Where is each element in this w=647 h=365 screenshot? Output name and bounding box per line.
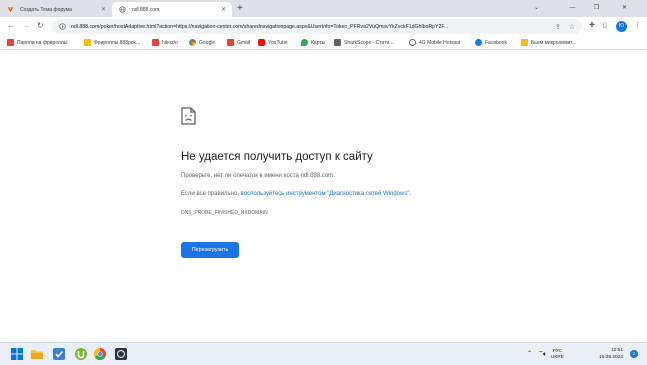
bookmark-item[interactable]: Пароли на фрироллы	[7, 35, 67, 50]
error-suggestion: Если все правильно, воспользуйтесь инстр…	[181, 191, 411, 197]
forum-favicon-icon	[521, 39, 528, 46]
bookmark-item[interactable]: 4G Mobile Hotspot	[409, 35, 460, 50]
maximize-icon[interactable]: ❐	[586, 0, 607, 17]
error-hint: Проверьте, нет ли опечаток в имени хоста…	[181, 173, 335, 179]
globe-icon	[409, 39, 416, 46]
bookmark-item[interactable]: Фрироллы 888pok...	[84, 35, 140, 50]
tab-strip: Создать Тема форума ✕ ndl.888.com ✕ + ⌄ …	[0, 0, 647, 17]
google-icon	[189, 39, 196, 46]
close-icon[interactable]: ✕	[101, 6, 106, 13]
plus-icon[interactable]: +	[237, 2, 243, 15]
bookmark-item[interactable]: SharkScope - Стати...	[334, 35, 393, 50]
error-code: DNS_PROBE_FINISHED_NXDOMAIN	[181, 210, 268, 216]
notification-badge[interactable]: 2	[630, 350, 638, 358]
bookmark-label: hikoz/o	[162, 39, 178, 46]
bookmark-item[interactable]: Карты	[301, 35, 325, 50]
error-title: Не удается получить доступ к сайту	[181, 151, 373, 163]
bookmark-label: Facebook	[485, 39, 507, 46]
bookmark-item[interactable]: Gmail	[227, 35, 250, 50]
chevron-down-icon[interactable]: ⌄	[526, 0, 547, 17]
clock-date: 15.09.2023	[599, 355, 624, 360]
bookmark-item[interactable]: Google	[189, 35, 215, 50]
bookmark-label: SharkScope - Стати...	[344, 39, 394, 46]
close-icon[interactable]: ✕	[221, 6, 226, 13]
gmail-icon	[227, 39, 234, 46]
bookmark-label: YouTube	[268, 39, 288, 46]
menu-icon[interactable]: ⋮	[634, 17, 641, 35]
tab-title: Создать Тема форума	[20, 6, 72, 13]
chrome-icon[interactable]	[93, 347, 107, 361]
tasks-app-icon[interactable]	[52, 347, 66, 361]
file-explorer-icon[interactable]	[30, 347, 44, 361]
forum-favicon-icon	[7, 39, 14, 46]
star-icon[interactable]: ☆	[569, 23, 575, 31]
tab-title: ndl.888.com	[132, 6, 160, 13]
youtube-icon	[258, 39, 265, 46]
poker-client-icon[interactable]	[114, 347, 128, 361]
windows-start-icon[interactable]	[10, 347, 24, 361]
bookmark-label: Карты	[311, 39, 326, 46]
maps-pin-icon	[301, 39, 308, 46]
utorrent-icon[interactable]	[74, 347, 88, 361]
bookmark-label: Пароли на фрироллы	[17, 39, 68, 46]
address-bar[interactable]: ndl.888.com/poker/hostAdaptive.html?acti…	[52, 19, 582, 34]
globe-icon	[119, 6, 126, 13]
bookmark-label: Бьем микролимит...	[531, 39, 577, 46]
sad-document-icon	[181, 107, 196, 125]
share-icon[interactable]: ⇪	[555, 23, 561, 31]
reload-button[interactable]: Перезагрузить	[181, 242, 239, 258]
clock[interactable]: 10:51 15.09.2023	[599, 347, 623, 361]
back-arrow-icon[interactable]: ←	[7, 17, 15, 35]
language-indicator[interactable]: РУС UKRE	[551, 348, 564, 360]
tab-ndl[interactable]: ndl.888.com ✕	[112, 2, 232, 17]
toolbar: ← → ↻ ndl.888.com/poker/hostAdaptive.htm…	[0, 17, 647, 35]
bookmark-item[interactable]: hikoz/o	[152, 35, 178, 50]
close-window-icon[interactable]: ✕	[614, 0, 635, 17]
clock-time: 10:51	[611, 348, 624, 353]
bookmark-label: Gmail	[237, 39, 251, 46]
suggestion-suffix: .	[409, 191, 412, 197]
profile-avatar[interactable]: Ю	[616, 21, 627, 32]
sharkscope-icon	[334, 39, 341, 46]
extensions-icon[interactable]: ✚	[589, 17, 595, 35]
forum-favicon-icon	[152, 39, 159, 46]
chevron-up-icon[interactable]: ⌃	[527, 343, 532, 365]
site-info-icon[interactable]	[59, 23, 66, 30]
facebook-icon	[475, 39, 482, 46]
taskbar: ⌃ ⌔ 🔈︎ РУС UKRE 10:51 15.09.2023 2	[0, 342, 647, 365]
forum-favicon-icon	[7, 7, 14, 13]
bookmark-label: Фрироллы 888pok...	[94, 39, 141, 46]
bookmark-label: 4G Mobile Hotspot	[419, 39, 461, 46]
bookmark-item[interactable]: Бьем микролимит...	[521, 35, 576, 50]
bookmark-label: Google	[199, 39, 216, 46]
bookmark-item[interactable]: Facebook	[475, 35, 507, 50]
bookmarks-bar: Пароли на фрироллы Фрироллы 888pok... hi…	[0, 35, 647, 50]
screen: Создать Тема форума ✕ ndl.888.com ✕ + ⌄ …	[0, 0, 647, 365]
bookmark-item[interactable]: YouTube	[258, 35, 288, 50]
tab-forum[interactable]: Создать Тема форума ✕	[0, 2, 112, 17]
suggestion-prefix: Если все правильно,	[181, 191, 241, 197]
speaker-icon[interactable]: 🔈︎	[543, 343, 547, 365]
url-text[interactable]: ndl.888.com/poker/hostAdaptive.html?acti…	[71, 24, 547, 30]
keyboard-layout: UKRE	[551, 354, 564, 359]
forward-arrow-icon[interactable]: →	[22, 17, 30, 35]
forum-favicon-icon	[84, 39, 91, 46]
side-panel-icon[interactable]: ▯	[603, 17, 607, 35]
diagnostics-link[interactable]: воспользуйтесь инструментом "Диагностика…	[241, 191, 410, 197]
reload-icon[interactable]: ↻	[37, 17, 44, 35]
minimize-icon[interactable]: —	[562, 0, 583, 17]
